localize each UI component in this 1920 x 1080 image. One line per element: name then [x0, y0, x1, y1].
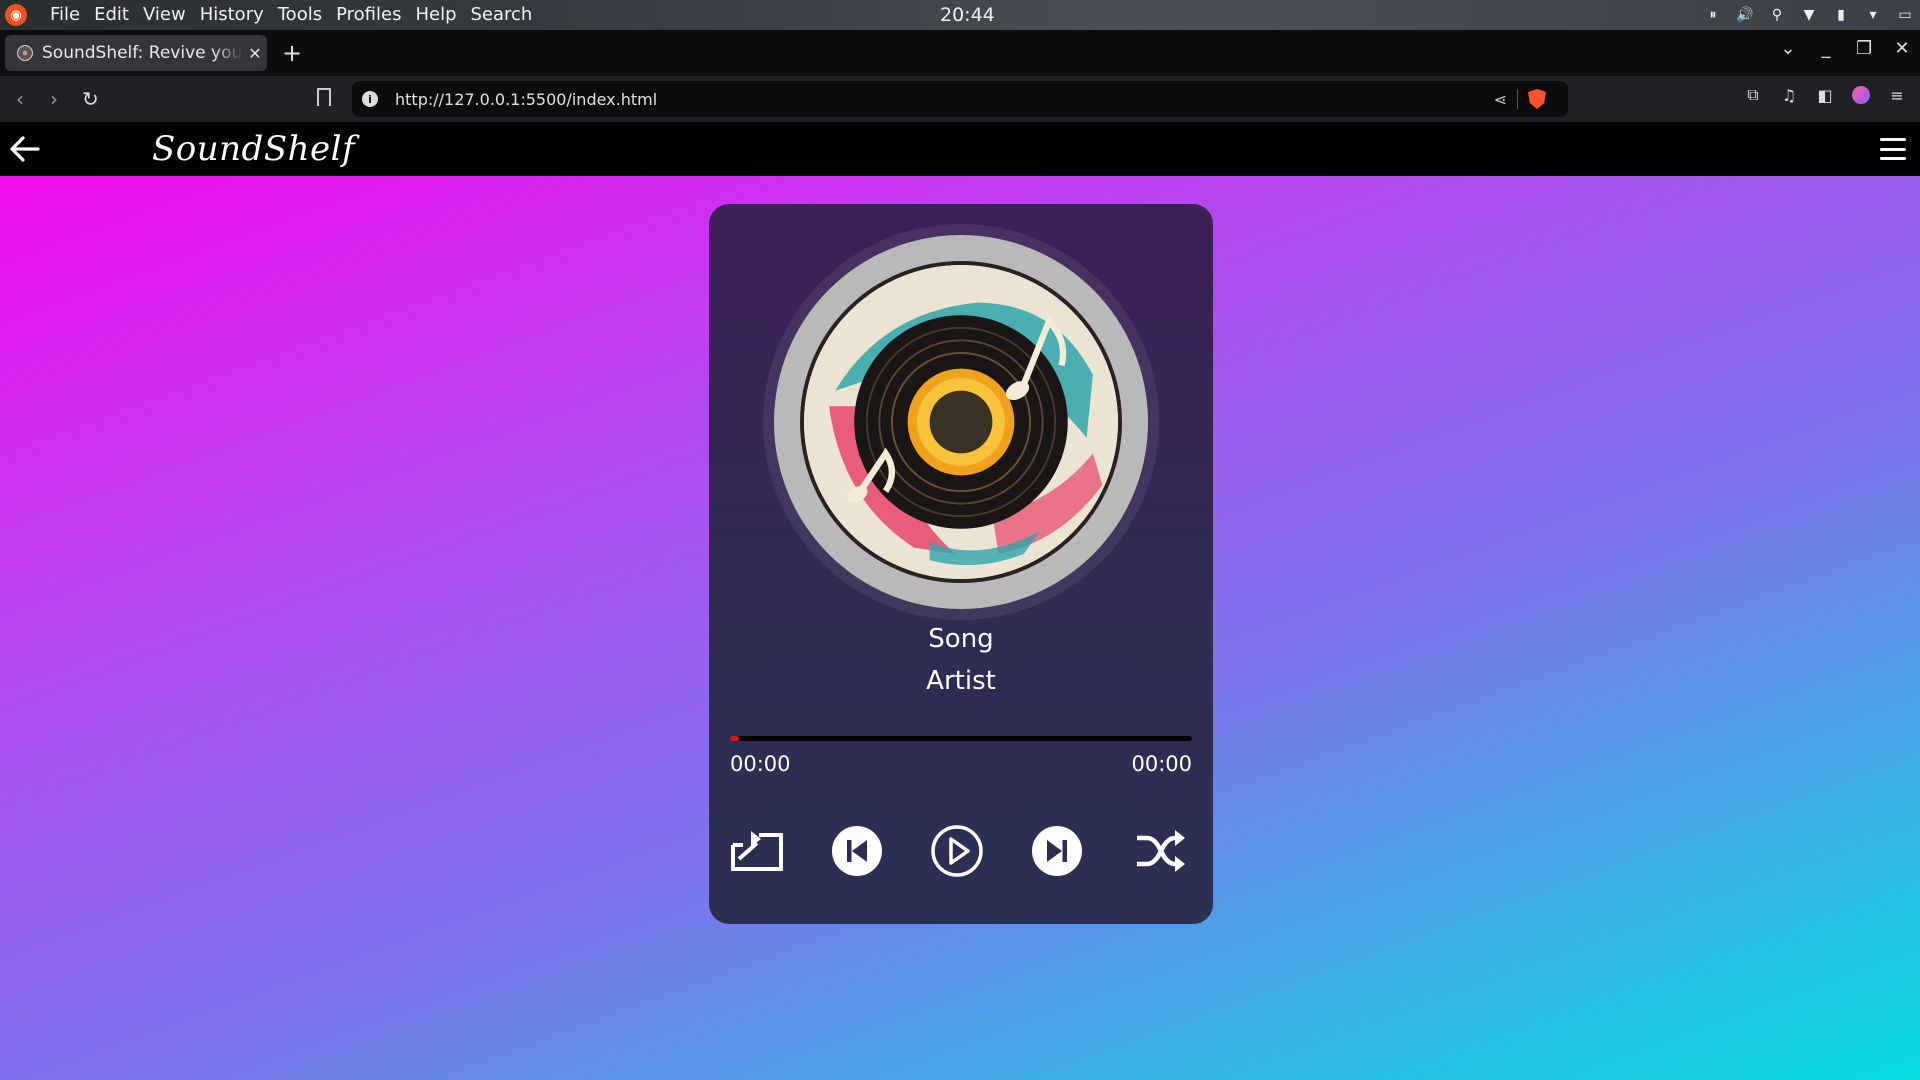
- site-logo[interactable]: SoundShelf: [152, 122, 355, 176]
- play-icon: [931, 825, 983, 877]
- extensions-icon[interactable]: ⧉: [1744, 85, 1762, 104]
- next-button[interactable]: [1030, 824, 1084, 878]
- system-tray: ⏸ 🔊 ⚲ ▼ ▮ ▾ ▭: [1704, 0, 1914, 30]
- browser-tab-bar: SoundShelf: Revive your ✕ + ⌄ _ ❐ ✕: [0, 30, 1920, 76]
- window-controls: ⌄ _ ❐ ✕: [1780, 38, 1910, 59]
- back-arrow-icon[interactable]: [8, 134, 42, 164]
- repeat-button[interactable]: [730, 824, 784, 878]
- ubuntu-logo-icon[interactable]: ◉: [5, 4, 27, 26]
- previous-icon: [832, 826, 882, 876]
- album-disc-frame: [763, 224, 1159, 620]
- window-list-icon[interactable]: ▭: [1896, 6, 1914, 24]
- menu-view[interactable]: View: [136, 0, 193, 30]
- current-time: 00:00: [730, 752, 791, 776]
- next-icon: [1032, 826, 1082, 876]
- volume-icon[interactable]: 🔊: [1736, 6, 1754, 24]
- profile-avatar[interactable]: [1852, 86, 1870, 104]
- app-menu: File Edit View History Tools Profiles He…: [43, 0, 539, 30]
- sidebar-icon[interactable]: ◧: [1816, 86, 1834, 105]
- new-tab-button[interactable]: +: [282, 38, 302, 68]
- clock[interactable]: 20:44: [940, 0, 995, 30]
- progress-bar[interactable]: [730, 736, 1192, 741]
- play-button[interactable]: [930, 824, 984, 878]
- previous-button[interactable]: [830, 824, 884, 878]
- reload-icon[interactable]: ↻: [82, 87, 99, 111]
- browser-menu-icon[interactable]: ≡: [1888, 86, 1906, 105]
- divider: [1517, 89, 1518, 109]
- album-art-image: [800, 261, 1122, 583]
- address-bar[interactable]: i http://127.0.0.1:5500/index.html ⋖: [352, 81, 1568, 117]
- pause-indicator-icon[interactable]: ⏸: [1704, 6, 1722, 24]
- battery-icon[interactable]: ▮: [1832, 6, 1850, 24]
- os-top-bar: ◉ File Edit View History Tools Profiles …: [0, 0, 1920, 30]
- menu-edit[interactable]: Edit: [87, 0, 136, 30]
- location-icon[interactable]: ⚲: [1768, 6, 1786, 24]
- bookmark-icon[interactable]: [317, 88, 331, 106]
- site-info-icon[interactable]: i: [362, 91, 378, 107]
- chevron-down-icon[interactable]: ▾: [1864, 6, 1882, 24]
- main-content: Song Artist 00:00 00:00: [0, 176, 1920, 1080]
- music-player-card: Song Artist 00:00 00:00: [709, 204, 1213, 924]
- song-artist: Artist: [926, 666, 996, 696]
- close-window-icon[interactable]: ✕: [1894, 38, 1910, 59]
- progress-fill: [730, 736, 740, 741]
- brave-shield-icon[interactable]: [1528, 89, 1546, 109]
- forward-icon[interactable]: ›: [50, 87, 58, 111]
- media-icon[interactable]: ♫: [1780, 86, 1798, 105]
- menu-search[interactable]: Search: [464, 0, 540, 30]
- repeat-icon: [731, 831, 783, 871]
- song-title: Song: [928, 624, 994, 654]
- tab-list-icon[interactable]: ⌄: [1780, 38, 1796, 59]
- extension-icons: ⧉ ♫ ◧ ≡: [1744, 85, 1906, 105]
- shuffle-button[interactable]: [1134, 824, 1188, 878]
- tab-soundshelf[interactable]: SoundShelf: Revive your ✕: [5, 35, 267, 71]
- shuffle-icon: [1137, 830, 1185, 872]
- menu-tools[interactable]: Tools: [271, 0, 329, 30]
- web-page: SoundShelf Song Artist 00:00 00:00: [0, 122, 1920, 1080]
- duration-time: 00:00: [1131, 752, 1192, 776]
- menu-help[interactable]: Help: [408, 0, 463, 30]
- tab-title: SoundShelf: Revive your: [42, 43, 243, 63]
- close-tab-icon[interactable]: ✕: [243, 44, 267, 63]
- minimize-icon[interactable]: _: [1818, 38, 1834, 59]
- menu-history[interactable]: History: [193, 0, 271, 30]
- restore-icon[interactable]: ❐: [1856, 38, 1872, 59]
- menu-profiles[interactable]: Profiles: [329, 0, 408, 30]
- favicon-icon: [17, 45, 33, 61]
- disc-ring: [774, 235, 1148, 609]
- browser-toolbar: ‹ › ↻ i http://127.0.0.1:5500/index.html…: [0, 76, 1920, 122]
- share-icon[interactable]: ⋖: [1494, 90, 1507, 109]
- back-icon[interactable]: ‹: [16, 87, 24, 111]
- player-controls: [730, 824, 1192, 884]
- menu-file[interactable]: File: [43, 0, 87, 30]
- hamburger-menu-icon[interactable]: [1880, 138, 1906, 160]
- wifi-icon[interactable]: ▼: [1800, 6, 1818, 24]
- site-navbar: SoundShelf: [0, 122, 1920, 176]
- url-text[interactable]: http://127.0.0.1:5500/index.html: [395, 90, 1494, 109]
